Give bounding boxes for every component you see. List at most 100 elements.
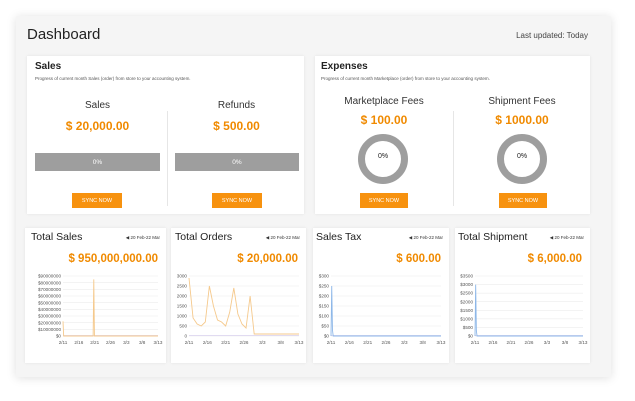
- total-shipment-chart: $0 $500 $1000 $1500 $2000 $2500 $3000 $3500 2/11…: [460, 274, 588, 345]
- total-orders-date-range[interactable]: ◀ 20 Feb-22 Mar: [266, 235, 300, 241]
- total-sales-title: Total Sales: [31, 231, 83, 243]
- refunds-label: Refunds: [217, 100, 256, 111]
- x-tick-label: 3/3: [259, 340, 266, 345]
- y-tick-label: $2500: [460, 291, 473, 296]
- total-sales-date-range[interactable]: ◀ 20 Feb-22 Mar: [126, 235, 160, 241]
- marketplace-fees-percent: 0%: [377, 153, 389, 160]
- y-tick-label: $3000: [460, 282, 473, 287]
- marketplace-fees-donut: 0%: [357, 133, 409, 185]
- shipment-fees-label: Shipment Fees: [488, 96, 556, 107]
- refunds-sync-button[interactable]: SYNC NOW: [212, 193, 262, 208]
- shipment-fees-sync-button[interactable]: SYNC NOW: [499, 193, 547, 208]
- y-tick-label: 0: [184, 334, 187, 339]
- total-sales-value: $ 950,000,000.00: [68, 253, 158, 265]
- sales-progress-bar: 0%: [35, 153, 160, 171]
- x-tick-label: 3/8: [562, 340, 569, 345]
- x-tick-label: 3/8: [139, 340, 146, 345]
- total-shipment-date-text: 20 Feb-22 Mar: [554, 235, 584, 240]
- y-tick-label: $1500: [460, 308, 473, 313]
- y-tick-label: $100: [319, 314, 330, 319]
- total-shipment-date-range[interactable]: ◀ 20 Feb-22 Mar: [550, 235, 584, 241]
- y-tick-label: $70000000: [38, 287, 61, 292]
- refunds-value: $ 500.00: [213, 119, 260, 133]
- y-tick-label: $30000000: [38, 314, 61, 319]
- total-orders-date-text: 20 Feb-22 Mar: [270, 235, 300, 240]
- x-tick-label: 3/13: [579, 340, 588, 345]
- marketplace-fees-value: $ 100.00: [360, 113, 408, 127]
- x-tick-label: 2/21: [221, 340, 230, 345]
- y-tick-label: $10000000: [38, 327, 61, 332]
- total-sales-card: Total Sales ◀ 20 Feb-22 Mar $ 950,000,00…: [25, 228, 166, 363]
- y-tick-label: $20000000: [38, 320, 61, 325]
- x-tick-label: 2/21: [90, 340, 99, 345]
- sales-column: Sales $ 20,000.00 0% SYNC NOW: [32, 56, 163, 214]
- chevron-left-icon: ◀: [125, 235, 130, 240]
- marketplace-fees-sync-button[interactable]: SYNC NOW: [360, 193, 408, 208]
- shipment-fees-column: Shipment Fees $ 1000.00 0% SYNC NOW: [456, 56, 588, 214]
- refunds-column: Refunds $ 500.00 0% SYNC NOW: [171, 56, 302, 214]
- sales-tax-card: Sales Tax ◀ 20 Feb-22 Mar $ 600.00 $0 $50…: [313, 228, 449, 363]
- y-tick-label: 2000: [177, 294, 188, 299]
- y-tick-label: $50000000: [38, 300, 61, 305]
- x-tick-label: 2/11: [185, 340, 194, 345]
- x-tick-label: 2/26: [525, 340, 534, 345]
- y-tick-label: $200: [319, 294, 330, 299]
- y-tick-label: $3500: [460, 274, 473, 279]
- x-tick-label: 2/26: [106, 340, 115, 345]
- total-shipment-title: Total Shipment: [458, 231, 528, 243]
- y-tick-label: $50: [321, 324, 329, 329]
- last-updated-label: Last updated: Today: [516, 31, 588, 40]
- total-sales-date-text: 20 Feb-22 Mar: [130, 235, 160, 240]
- expenses-card: Expenses Progress of current month Marke…: [315, 56, 590, 214]
- sales-value: $ 20,000.00: [65, 119, 130, 133]
- x-tick-label: 2/11: [471, 340, 480, 345]
- total-shipment-value: $ 6,000.00: [527, 253, 582, 265]
- sales-tax-value: $ 600.00: [396, 253, 441, 265]
- y-tick-label: $500: [463, 325, 474, 330]
- total-orders-card: Total Orders ◀ 20 Feb-22 Mar $ 20,000.00…: [171, 228, 306, 363]
- y-tick-label: $300: [319, 274, 330, 279]
- y-tick-label: $0: [324, 334, 330, 339]
- sales-label: Sales: [84, 100, 110, 111]
- sales-tax-date-text: 20 Feb-22 Mar: [413, 235, 443, 240]
- total-orders-chart: 0 500 1000 1500 2000 2500 3000 2/11 2/16 2/21 2/26…: [177, 274, 304, 345]
- y-tick-label: $80000000: [38, 280, 61, 285]
- x-tick-label: 3/3: [123, 340, 130, 345]
- x-tick-label: 3/3: [544, 340, 551, 345]
- x-tick-label: 3/13: [154, 340, 163, 345]
- x-tick-label: 2/11: [327, 340, 336, 345]
- shipment-fees-value: $ 1000.00: [495, 113, 549, 127]
- y-tick-label: 3000: [177, 274, 188, 279]
- total-orders-title: Total Orders: [175, 231, 233, 243]
- y-tick-label: $1000: [460, 316, 473, 321]
- x-tick-label: 2/11: [59, 340, 68, 345]
- page-title: Dashboard: [27, 26, 101, 43]
- sales-card: Sales Progress of current month Sales (o…: [27, 56, 304, 214]
- y-tick-label: $40000000: [38, 307, 61, 312]
- refunds-progress-bar: 0%: [175, 153, 299, 171]
- series-line: [330, 285, 441, 337]
- x-tick-label: 3/3: [401, 340, 408, 345]
- sales-divider: [167, 111, 168, 206]
- chevron-left-icon: ◀: [265, 235, 270, 240]
- y-tick-label: $60000000: [38, 294, 61, 299]
- y-tick-label: 1000: [177, 314, 188, 319]
- marketplace-fees-label: Marketplace Fees: [344, 96, 424, 107]
- y-tick-label: 2500: [177, 284, 188, 289]
- x-tick-label: 2/16: [489, 340, 498, 345]
- sales-sync-button[interactable]: SYNC NOW: [72, 193, 122, 208]
- y-tick-label: $0: [468, 334, 474, 339]
- chevron-left-icon: ◀: [408, 235, 413, 240]
- y-tick-label: $150: [319, 304, 330, 309]
- sales-tax-title: Sales Tax: [316, 231, 362, 243]
- y-tick-label: $2000: [460, 299, 473, 304]
- sales-tax-date-range[interactable]: ◀ 20 Feb-22 Mar: [409, 235, 443, 241]
- x-tick-label: 3/8: [277, 340, 284, 345]
- marketplace-fees-column: Marketplace Fees $ 100.00 0% SYNC NOW: [318, 56, 450, 214]
- series-line: [62, 279, 158, 337]
- x-tick-label: 3/13: [295, 340, 304, 345]
- y-tick-label: $90000000: [38, 274, 61, 279]
- x-tick-label: 2/16: [203, 340, 212, 345]
- y-tick-label: 1500: [177, 304, 188, 309]
- y-tick-label: $250: [319, 284, 330, 289]
